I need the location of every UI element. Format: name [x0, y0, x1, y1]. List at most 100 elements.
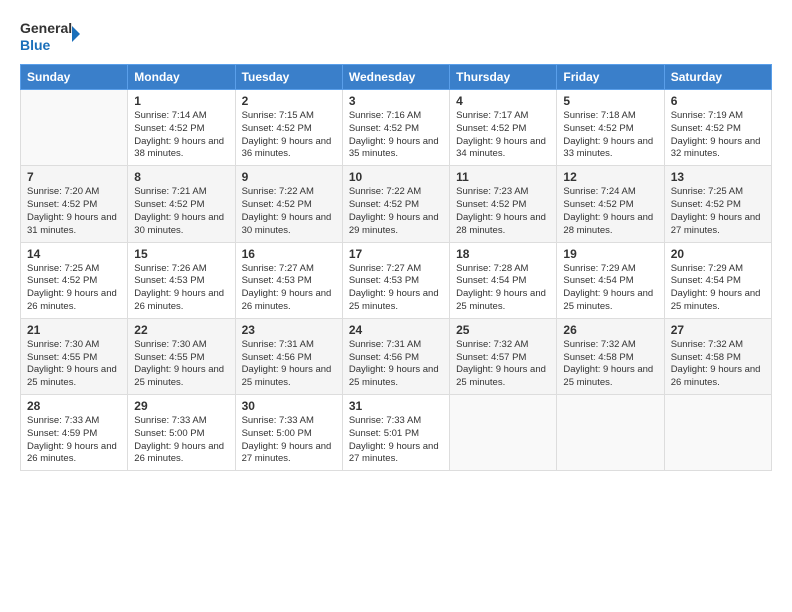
calendar-cell: 27Sunrise: 7:32 AMSunset: 4:58 PMDayligh…: [664, 318, 771, 394]
sunset-text: Sunset: 4:54 PM: [671, 275, 765, 288]
calendar-cell: 20Sunrise: 7:29 AMSunset: 4:54 PMDayligh…: [664, 242, 771, 318]
daylight-text: Daylight: 9 hours and 29 minutes.: [349, 212, 443, 238]
daylight-text: Daylight: 9 hours and 36 minutes.: [242, 136, 336, 162]
calendar-cell: 15Sunrise: 7:26 AMSunset: 4:53 PMDayligh…: [128, 242, 235, 318]
daylight-text: Daylight: 9 hours and 26 minutes.: [242, 288, 336, 314]
day-number: 22: [134, 323, 228, 337]
day-info: Sunrise: 7:22 AMSunset: 4:52 PMDaylight:…: [242, 186, 336, 237]
calendar-week-2: 7Sunrise: 7:20 AMSunset: 4:52 PMDaylight…: [21, 166, 772, 242]
calendar-week-5: 28Sunrise: 7:33 AMSunset: 4:59 PMDayligh…: [21, 395, 772, 471]
day-info: Sunrise: 7:16 AMSunset: 4:52 PMDaylight:…: [349, 110, 443, 161]
calendar-cell: 13Sunrise: 7:25 AMSunset: 4:52 PMDayligh…: [664, 166, 771, 242]
daylight-text: Daylight: 9 hours and 34 minutes.: [456, 136, 550, 162]
calendar-cell: 26 Sunrise: 7:32 AMSunset: 4:58 PMDayligh…: [557, 318, 664, 394]
calendar-cell: 17Sunrise: 7:27 AMSunset: 4:53 PMDayligh…: [342, 242, 449, 318]
calendar-cell: [450, 395, 557, 471]
svg-text:General: General: [20, 20, 72, 36]
sunrise-text: Sunrise: 7:30 AM: [134, 339, 228, 352]
sunrise-text: Sunrise: 7:27 AM: [349, 263, 443, 276]
sunset-text: Sunset: 4:58 PM: [671, 352, 765, 365]
weekday-header-thursday: Thursday: [450, 65, 557, 90]
day-number: 2: [242, 94, 336, 108]
calendar-cell: 2Sunrise: 7:15 AMSunset: 4:52 PMDaylight…: [235, 90, 342, 166]
day-info: Sunrise: 7:31 AMSunset: 4:56 PMDaylight:…: [349, 339, 443, 390]
sunrise-text: Sunrise: 7:24 AM: [563, 186, 657, 199]
calendar-cell: 3 Sunrise: 7:16 AMSunset: 4:52 PMDaylight…: [342, 90, 449, 166]
daylight-text: Daylight: 9 hours and 25 minutes.: [456, 288, 550, 314]
weekday-header-tuesday: Tuesday: [235, 65, 342, 90]
sunset-text: Sunset: 4:52 PM: [563, 199, 657, 212]
sunrise-text: Sunrise: 7:22 AM: [242, 186, 336, 199]
calendar-cell: 24Sunrise: 7:31 AMSunset: 4:56 PMDayligh…: [342, 318, 449, 394]
day-info: Sunrise: 7:22 AMSunset: 4:52 PMDaylight:…: [349, 186, 443, 237]
sunset-text: Sunset: 4:54 PM: [456, 275, 550, 288]
sunset-text: Sunset: 5:00 PM: [134, 428, 228, 441]
sunrise-text: Sunrise: 7:28 AM: [456, 263, 550, 276]
sunrise-text: Sunrise: 7:19 AM: [671, 110, 765, 123]
daylight-text: Daylight: 9 hours and 35 minutes.: [349, 136, 443, 162]
sunset-text: Sunset: 4:52 PM: [134, 199, 228, 212]
sunrise-text: Sunrise: 7:33 AM: [27, 415, 121, 428]
calendar-cell: 9 Sunrise: 7:22 AMSunset: 4:52 PMDaylight…: [235, 166, 342, 242]
day-number: 6: [671, 94, 765, 108]
daylight-text: Daylight: 9 hours and 25 minutes.: [456, 364, 550, 390]
day-number: 11: [456, 170, 550, 184]
day-number: 29: [134, 399, 228, 413]
sunset-text: Sunset: 4:52 PM: [349, 123, 443, 136]
day-info: Sunrise: 7:25 AMSunset: 4:52 PMDaylight:…: [27, 263, 121, 314]
sunrise-text: Sunrise: 7:25 AM: [671, 186, 765, 199]
day-info: Sunrise: 7:33 AMSunset: 5:00 PMDaylight:…: [242, 415, 336, 466]
day-number: 18: [456, 247, 550, 261]
daylight-text: Daylight: 9 hours and 25 minutes.: [563, 288, 657, 314]
sunrise-text: Sunrise: 7:18 AM: [563, 110, 657, 123]
daylight-text: Daylight: 9 hours and 27 minutes.: [349, 441, 443, 467]
calendar-cell: 18 Sunrise: 7:28 AMSunset: 4:54 PMDayligh…: [450, 242, 557, 318]
day-number: 28: [27, 399, 121, 413]
day-number: 26: [563, 323, 657, 337]
sunset-text: Sunset: 4:52 PM: [456, 123, 550, 136]
daylight-text: Daylight: 9 hours and 26 minutes.: [671, 364, 765, 390]
sunrise-text: Sunrise: 7:33 AM: [349, 415, 443, 428]
sunrise-text: Sunrise: 7:25 AM: [27, 263, 121, 276]
day-number: 4: [456, 94, 550, 108]
daylight-text: Daylight: 9 hours and 25 minutes.: [242, 364, 336, 390]
day-info: Sunrise: 7:32 AMSunset: 4:58 PMDaylight:…: [563, 339, 657, 390]
calendar-cell: [557, 395, 664, 471]
daylight-text: Daylight: 9 hours and 25 minutes.: [563, 364, 657, 390]
sunset-text: Sunset: 4:52 PM: [456, 199, 550, 212]
svg-text:Blue: Blue: [20, 37, 51, 53]
day-number: 14: [27, 247, 121, 261]
day-number: 13: [671, 170, 765, 184]
sunset-text: Sunset: 4:52 PM: [563, 123, 657, 136]
sunrise-text: Sunrise: 7:32 AM: [456, 339, 550, 352]
sunrise-text: Sunrise: 7:16 AM: [349, 110, 443, 123]
daylight-text: Daylight: 9 hours and 28 minutes.: [563, 212, 657, 238]
sunset-text: Sunset: 4:52 PM: [27, 199, 121, 212]
day-info: Sunrise: 7:26 AMSunset: 4:53 PMDaylight:…: [134, 263, 228, 314]
sunset-text: Sunset: 5:01 PM: [349, 428, 443, 441]
weekday-header-sunday: Sunday: [21, 65, 128, 90]
sunset-text: Sunset: 4:52 PM: [671, 123, 765, 136]
calendar-cell: 7Sunrise: 7:20 AMSunset: 4:52 PMDaylight…: [21, 166, 128, 242]
sunset-text: Sunset: 4:59 PM: [27, 428, 121, 441]
calendar-cell: 28 Sunrise: 7:33 AMSunset: 4:59 PMDayligh…: [21, 395, 128, 471]
daylight-text: Daylight: 9 hours and 27 minutes.: [242, 441, 336, 467]
sunrise-text: Sunrise: 7:31 AM: [349, 339, 443, 352]
daylight-text: Daylight: 9 hours and 26 minutes.: [27, 441, 121, 467]
day-info: Sunrise: 7:20 AMSunset: 4:52 PMDaylight:…: [27, 186, 121, 237]
calendar-cell: 30Sunrise: 7:33 AMSunset: 5:00 PMDayligh…: [235, 395, 342, 471]
calendar-cell: 12Sunrise: 7:24 AMSunset: 4:52 PMDayligh…: [557, 166, 664, 242]
sunset-text: Sunset: 4:58 PM: [563, 352, 657, 365]
day-info: Sunrise: 7:18 AMSunset: 4:52 PMDaylight:…: [563, 110, 657, 161]
day-number: 8: [134, 170, 228, 184]
daylight-text: Daylight: 9 hours and 30 minutes.: [242, 212, 336, 238]
day-number: 9: [242, 170, 336, 184]
day-info: Sunrise: 7:21 AMSunset: 4:52 PMDaylight:…: [134, 186, 228, 237]
day-number: 3: [349, 94, 443, 108]
logo: GeneralBlue: [20, 16, 80, 54]
day-number: 27: [671, 323, 765, 337]
sunset-text: Sunset: 4:52 PM: [349, 199, 443, 212]
sunrise-text: Sunrise: 7:33 AM: [242, 415, 336, 428]
calendar-cell: 10Sunrise: 7:22 AMSunset: 4:52 PMDayligh…: [342, 166, 449, 242]
calendar-cell: 11Sunrise: 7:23 AMSunset: 4:52 PMDayligh…: [450, 166, 557, 242]
